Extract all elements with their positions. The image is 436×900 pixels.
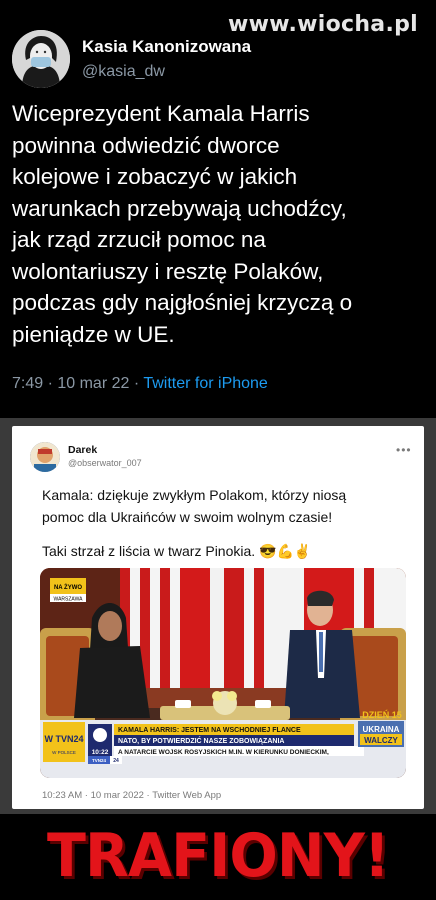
tv-clock: 10:22 <box>92 749 109 756</box>
tv-tag-channel: TVN24 <box>92 758 107 763</box>
tweet-line: jak rząd zrzucił pomoc na <box>12 227 266 252</box>
location-label: WARSZAWA <box>54 597 84 603</box>
tweet-meta: 7:49 · 10 mar 22 · Twitter for iPhone <box>12 375 268 393</box>
tweet-line: warunkach przebywają uchodźcy, <box>12 195 347 221</box>
war-badge-line-2: WALCZY <box>364 736 398 745</box>
author-handle[interactable]: @kasia_dw <box>82 63 165 81</box>
tweet-line: powinna odwiedzić dworce <box>12 132 280 158</box>
tweet-line: podczas gdy najgłośniej krzyczą o <box>12 290 353 315</box>
tweet-line: Wiceprezydent Kamala Harris <box>12 101 310 126</box>
tv-headline-1: KAMALA HARRIS: JESTEM NA WSCHODNIEJ FLAN… <box>118 727 301 734</box>
tweet-line: wolontariuszy i resztę Polaków, <box>12 258 324 284</box>
quoted-author-handle[interactable]: @obserwator_007 <box>68 458 142 468</box>
tv-channel-label: W TVN24 <box>44 734 83 744</box>
tv-ticker: A NATARCIE WOJSK ROSYJSKICH M.IN. W KIER… <box>118 749 329 756</box>
quoted-tweet-meta[interactable]: 10:23 AM · 10 mar 2022 · Twitter Web App <box>42 790 221 801</box>
quoted-tweet-text: Kamala: dziękuje zwykłym Polakom, którzy… <box>42 484 412 562</box>
tweet-line: pieniądze w UE. <box>12 321 175 347</box>
tv-channel-sub: W POLSCE <box>52 750 76 755</box>
emoji-group: 😎💪✌ <box>259 543 312 559</box>
live-badge: NA ŻYWO <box>54 584 82 591</box>
quoted-line-text: Taki strzał z liścia w twarz Pinokia. <box>42 543 256 559</box>
quoted-line: pomoc dla Ukraińców w swoim wolnym czasi… <box>42 509 333 525</box>
quoted-avatar[interactable] <box>30 442 60 472</box>
tv-tag-number: 24 <box>113 758 119 764</box>
caption-text: TRAFIONY! <box>47 821 390 891</box>
war-badge-line-1: UKRAINA <box>363 725 400 734</box>
quoted-author-name[interactable]: Darek <box>68 444 97 456</box>
tweet-text: Wiceprezydent Kamala Harris powinna odwi… <box>12 98 422 350</box>
quoted-line: Taki strzał z liścia w twarz Pinokia. 😎💪… <box>42 540 412 562</box>
tweet-line: kolejowe i zobaczyć w jakich <box>12 164 298 189</box>
tv-headline-2: NATO, BY POTWIERDZIĆ NASZE ZOBOWIĄZANIA <box>118 736 284 745</box>
more-options-icon[interactable]: ••• <box>396 443 412 457</box>
watermark: www.wiocha.pl <box>228 12 418 37</box>
tweet-timestamp[interactable]: 7:49 · 10 mar 22 · <box>12 375 139 392</box>
tweet-photo[interactable]: NA ŻYWO WARSZAWA W TVN24 W POLSCE KAMALA… <box>40 568 406 778</box>
quoted-line: Kamala: dziękuje zwykłym Polakom, którzy… <box>42 487 347 503</box>
tweet-source-link[interactable]: Twitter for iPhone <box>143 375 268 392</box>
war-day-badge: DZIEŃ 15 <box>362 710 402 720</box>
user-avatar[interactable] <box>12 30 70 88</box>
author-name[interactable]: Kasia Kanonizowana <box>82 37 251 57</box>
